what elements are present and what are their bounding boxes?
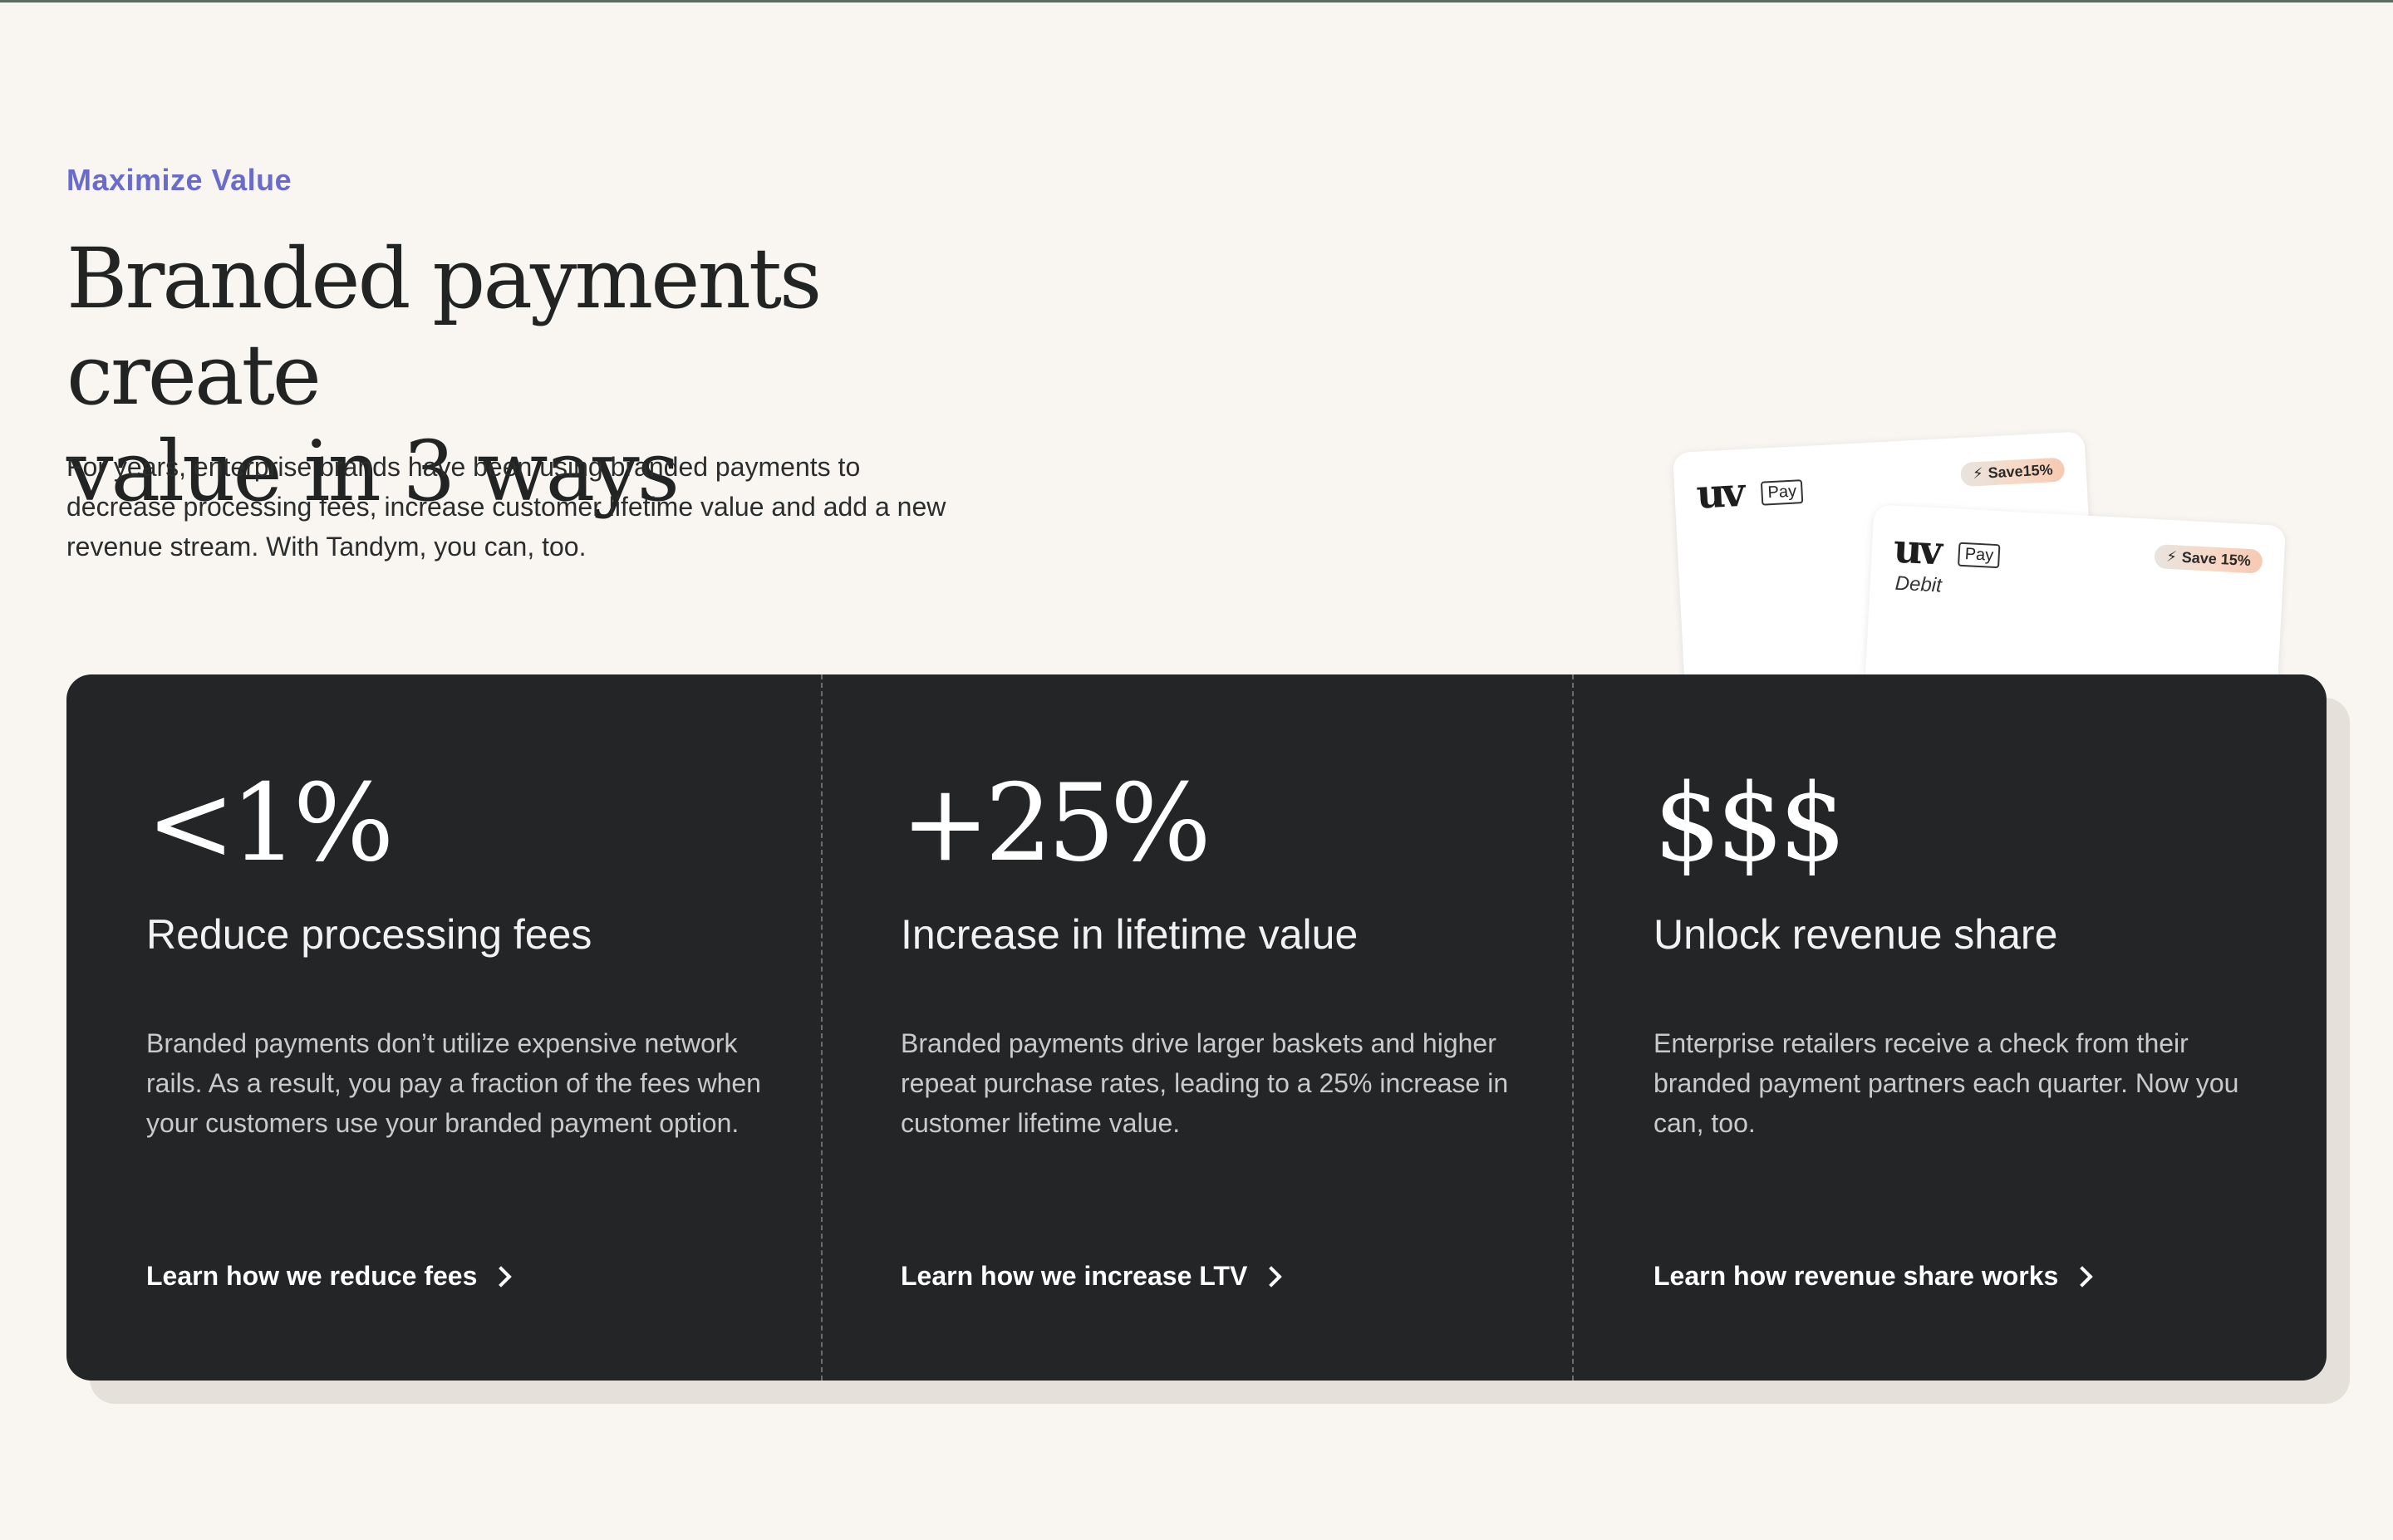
pay-tag: Pay xyxy=(1760,479,1804,506)
feature-stat: $$$ xyxy=(1653,762,1846,885)
debit-label: Debit xyxy=(1894,571,1943,597)
feature-description: Branded payments don’t utilize expensive… xyxy=(146,1028,761,1138)
learn-reduce-fees-link[interactable]: Learn how we reduce fees xyxy=(146,1261,513,1292)
top-border xyxy=(0,0,2393,2)
uv-logo: uv xyxy=(1695,468,1743,518)
column-divider xyxy=(821,674,823,1381)
save-badge: ⚡ Save 15% xyxy=(2154,544,2263,574)
link-label: Learn how we reduce fees xyxy=(146,1261,478,1291)
learn-increase-ltv-link[interactable]: Learn how we increase LTV xyxy=(901,1261,1283,1292)
chevron-right-icon xyxy=(1260,1265,1283,1287)
save-badge: ⚡ Save15% xyxy=(1960,457,2066,488)
column-divider xyxy=(1572,674,1574,1381)
lightning-icon: ⚡ xyxy=(2165,547,2178,566)
feature-stat: +25% xyxy=(901,762,1211,885)
feature-title: Unlock revenue share xyxy=(1653,911,2058,958)
section-eyebrow: Maximize Value xyxy=(66,163,292,197)
learn-revenue-share-link[interactable]: Learn how revenue share works xyxy=(1653,1261,2094,1292)
chevron-right-icon xyxy=(2071,1265,2094,1287)
pay-tag: Pay xyxy=(1958,542,2001,569)
chevron-right-icon xyxy=(490,1265,513,1287)
features-panel: <1% Reduce processing fees Branded payme… xyxy=(66,674,2327,1381)
feature-description: Enterprise retailers receive a check fro… xyxy=(1653,1028,2239,1138)
feature-title: Increase in lifetime value xyxy=(901,911,1359,958)
link-label: Learn how we increase LTV xyxy=(901,1261,1248,1291)
save-badge-label: Save15% xyxy=(1988,461,2054,482)
lightning-icon: ⚡ xyxy=(1972,464,1984,483)
uv-logo: uv xyxy=(1892,525,1941,575)
save-badge-label: Save 15% xyxy=(2181,548,2252,570)
link-label: Learn how revenue share works xyxy=(1653,1261,2059,1291)
feature-stat: <1% xyxy=(146,762,394,885)
section-intro: For years, enterprise brands have been u… xyxy=(66,452,946,562)
feature-title: Reduce processing fees xyxy=(146,911,592,958)
feature-description: Branded payments drive larger baskets an… xyxy=(901,1028,1509,1138)
headline-line-1: Branded payments create xyxy=(66,230,822,424)
